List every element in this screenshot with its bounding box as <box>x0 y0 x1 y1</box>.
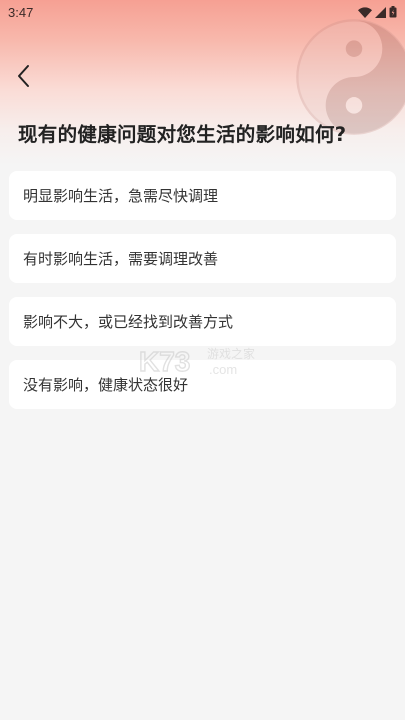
wifi-icon <box>358 6 372 18</box>
answer-option-label: 没有影响，健康状态很好 <box>23 376 189 394</box>
answer-options-list: 明显影响生活，急需尽快调理 有时影响生活，需要调理改善 影响不大，或已经找到改善… <box>9 171 396 423</box>
answer-option[interactable]: 没有影响，健康状态很好 <box>9 360 396 409</box>
cellular-signal-icon <box>375 6 386 18</box>
back-button[interactable] <box>10 62 38 90</box>
status-icons <box>358 6 397 18</box>
answer-option-label: 影响不大，或已经找到改善方式 <box>23 313 234 331</box>
status-time: 3:47 <box>8 4 34 20</box>
answer-option-label: 明显影响生活，急需尽快调理 <box>23 187 219 205</box>
questionnaire-screen: 3:47 现有的健康问题对您生活的影响如何? 明显影响生活，急需尽快调理 有时影… <box>0 0 405 720</box>
battery-icon <box>389 6 397 18</box>
answer-option[interactable]: 有时影响生活，需要调理改善 <box>9 234 396 283</box>
answer-option[interactable]: 明显影响生活，急需尽快调理 <box>9 171 396 220</box>
answer-option-label: 有时影响生活，需要调理改善 <box>23 250 219 268</box>
answer-option[interactable]: 影响不大，或已经找到改善方式 <box>9 297 396 346</box>
status-bar: 3:47 <box>0 0 405 24</box>
chevron-left-icon <box>18 65 29 87</box>
question-title: 现有的健康问题对您生活的影响如何? <box>18 123 347 146</box>
